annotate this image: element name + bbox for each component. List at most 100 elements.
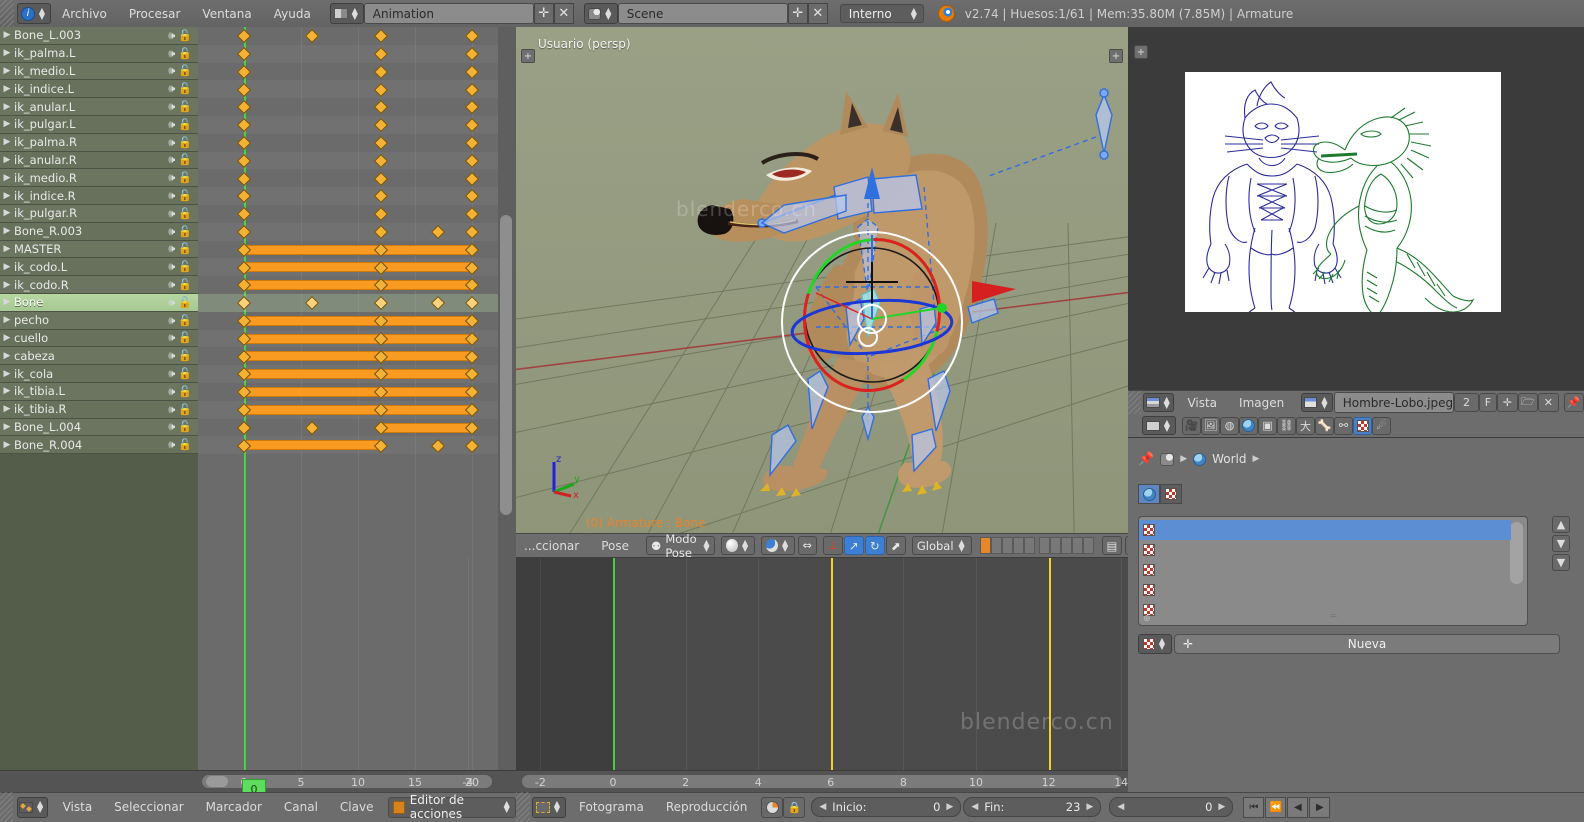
dopesheet-key-row[interactable] xyxy=(198,169,498,187)
new-texture-button[interactable]: ✛ Nueva xyxy=(1174,634,1560,654)
dopesheet-channel-bone[interactable]: ▶ Bone 🕪 🔓 xyxy=(0,293,198,312)
texture-slot-list[interactable]: ⊕ ═ xyxy=(1138,516,1528,626)
disclosure-triangle-icon[interactable]: ▶ xyxy=(0,280,14,290)
keyframe-diamond[interactable] xyxy=(430,438,445,453)
keyframe-diamond[interactable] xyxy=(236,82,252,97)
bone-constraint-tab-icon[interactable]: ⚯ xyxy=(1334,416,1353,435)
new-image-button[interactable]: ✛ xyxy=(1497,393,1518,412)
keyframe-diamond[interactable] xyxy=(430,296,445,311)
keyframe-diamond[interactable] xyxy=(236,135,252,151)
dopesheet-channel-ik-anular-l[interactable]: ▶ ik_anular.L 🕪 🔓 xyxy=(0,98,198,116)
dopesheet-channel-ik-palma-l[interactable]: ▶ ik_palma.L 🕪 🔓 xyxy=(0,44,198,63)
speaker-icon[interactable]: 🕪 xyxy=(168,65,175,76)
disclosure-triangle-icon[interactable]: ▶ xyxy=(0,226,14,236)
timeline-keyframe-marker[interactable] xyxy=(830,558,833,770)
layer-cell[interactable] xyxy=(1071,537,1083,554)
menu-fotograma[interactable]: Fotograma xyxy=(568,800,655,814)
disclosure-triangle-icon[interactable]: ▶ xyxy=(0,119,14,129)
world-tab-icon[interactable] xyxy=(1239,416,1258,435)
expand-list-icon[interactable]: ⊕ xyxy=(1143,614,1151,624)
move-up-button[interactable]: ▲ xyxy=(1552,516,1570,533)
timeline-editor[interactable]: -4-202468101214161820222426 xyxy=(462,558,1564,792)
pivot-point-dropdown[interactable]: ▲ ▼ xyxy=(760,536,795,555)
disclosure-triangle-icon[interactable]: ▶ xyxy=(0,386,14,396)
dopesheet-channel-ik-indice-r[interactable]: ▶ ik_indice.R 🕪 🔓 xyxy=(0,187,198,205)
dopesheet-channel-cabeza[interactable]: ▶ cabeza 🕪 🔓 xyxy=(0,347,198,366)
area-corner-grip[interactable] xyxy=(1128,390,1141,415)
keyframe-diamond[interactable] xyxy=(236,189,252,204)
layer-cell[interactable] xyxy=(1012,537,1024,554)
menu-ventana[interactable]: Ventana xyxy=(191,7,262,21)
manipulator-translate-button[interactable]: ↗ xyxy=(843,536,864,555)
padlock-icon[interactable]: 🔓 xyxy=(178,421,192,432)
layer-cell[interactable] xyxy=(1038,537,1050,554)
padlock-icon[interactable]: 🔓 xyxy=(178,101,192,112)
dopesheet-key-row[interactable] xyxy=(198,294,498,312)
list-resize-grip[interactable]: ═ xyxy=(1330,611,1336,622)
keyframe-diamond[interactable] xyxy=(464,100,480,115)
dopesheet-key-row[interactable] xyxy=(198,116,498,134)
delete-scene-button[interactable]: ✕ xyxy=(807,3,828,24)
keyframe-diamond[interactable] xyxy=(464,29,480,44)
disclosure-triangle-icon[interactable]: ▶ xyxy=(0,404,14,414)
texture-slot-row[interactable] xyxy=(1139,520,1511,540)
scene-browse-icon[interactable]: ▲ ▼ xyxy=(583,3,618,24)
open-image-button[interactable]: 🗁 xyxy=(1517,393,1539,412)
editor-type-selector[interactable]: i ▲ ▼ xyxy=(17,3,51,24)
timeline-playhead[interactable] xyxy=(613,558,615,770)
menu-dope-vista[interactable]: Vista xyxy=(52,800,104,814)
disclosure-triangle-icon[interactable]: ▶ xyxy=(0,30,14,40)
keyframe-diamond[interactable] xyxy=(373,189,388,204)
menu-ayuda[interactable]: Ayuda xyxy=(263,7,322,21)
dopesheet-channel-bone-l-003[interactable]: ▶ Bone_L.003 🕪 🔓 xyxy=(0,27,198,45)
auto-keyframe-button[interactable] xyxy=(761,796,784,818)
dopesheet-channel-ik-pulgar-l[interactable]: ▶ ik_pulgar.L 🕪 🔓 xyxy=(0,115,198,134)
speaker-icon[interactable]: 🕪 xyxy=(168,137,175,148)
keyframe-diamond[interactable] xyxy=(464,189,480,204)
chevron-left-icon[interactable]: ◀ xyxy=(971,802,978,812)
keyframe-diamond[interactable] xyxy=(373,100,388,115)
dopesheet-channel-ik-indice-l[interactable]: ▶ ik_indice.L 🕪 🔓 xyxy=(0,80,198,99)
chevron-left-icon[interactable]: ◀ xyxy=(1117,802,1124,812)
speaker-icon[interactable]: 🕪 xyxy=(168,154,175,165)
frame-start-field[interactable]: ◀ Inicio: 0 ▶ xyxy=(811,797,962,817)
keyframe-hold-bar[interactable] xyxy=(244,333,472,344)
speaker-icon[interactable]: 🕪 xyxy=(168,350,175,361)
layer-cell[interactable] xyxy=(1082,537,1094,554)
constraint-tab-icon[interactable]: ⛓ xyxy=(1277,416,1296,435)
play-button[interactable]: ▶ xyxy=(1309,796,1331,818)
speaker-icon[interactable]: 🕪 xyxy=(168,172,175,183)
keyframe-diamond[interactable] xyxy=(236,171,252,186)
disclosure-triangle-icon[interactable]: ▶ xyxy=(0,84,14,94)
manipulator-rotate-button[interactable]: ↻ xyxy=(864,536,885,555)
image-editor-canvas[interactable] xyxy=(1185,72,1501,339)
layer-cell[interactable] xyxy=(1049,537,1061,554)
menu-dope-canal[interactable]: Canal xyxy=(273,800,329,814)
keyframe-diamond[interactable] xyxy=(373,82,388,97)
dopesheet-key-row[interactable] xyxy=(198,276,498,294)
keyframe-diamond[interactable] xyxy=(305,296,320,311)
viewport-properties-toggle[interactable]: + xyxy=(1109,49,1123,63)
screen-layout-icon[interactable]: ▲ ▼ xyxy=(329,3,364,24)
disclosure-triangle-icon[interactable]: ▶ xyxy=(0,440,14,450)
texture-slot-row[interactable] xyxy=(1139,600,1511,620)
image-editor-type-selector[interactable]: ▲ ▼ xyxy=(1142,393,1175,412)
speaker-icon[interactable]: 🕪 xyxy=(168,386,175,397)
chevron-right-icon[interactable]: ▶ xyxy=(1086,802,1093,812)
dopesheet-key-row[interactable] xyxy=(198,151,498,170)
keyframe-diamond[interactable] xyxy=(373,29,388,44)
speaker-icon[interactable]: 🕪 xyxy=(168,404,175,415)
keyframe-diamond[interactable] xyxy=(373,171,388,186)
keyframe-diamond[interactable] xyxy=(236,100,252,115)
texture-browse-selector[interactable]: ▲ ▼ xyxy=(1138,634,1172,654)
dopesheet-key-row[interactable] xyxy=(198,44,498,63)
keyframe-diamond[interactable] xyxy=(464,118,480,133)
padlock-icon[interactable]: 🔓 xyxy=(178,368,192,379)
properties-editor-type-selector[interactable]: ▲ ▼ xyxy=(1142,416,1176,435)
dopesheet-channel-bone-r-004[interactable]: ▶ Bone_R.004 🕪 🔓 xyxy=(0,436,198,455)
speaker-icon[interactable]: 🕪 xyxy=(168,297,175,308)
disclosure-triangle-icon[interactable]: ▶ xyxy=(0,191,14,201)
dopesheet-key-row[interactable] xyxy=(198,329,498,348)
layer-cell[interactable] xyxy=(979,537,991,554)
keyframe-diamond[interactable] xyxy=(236,118,252,133)
